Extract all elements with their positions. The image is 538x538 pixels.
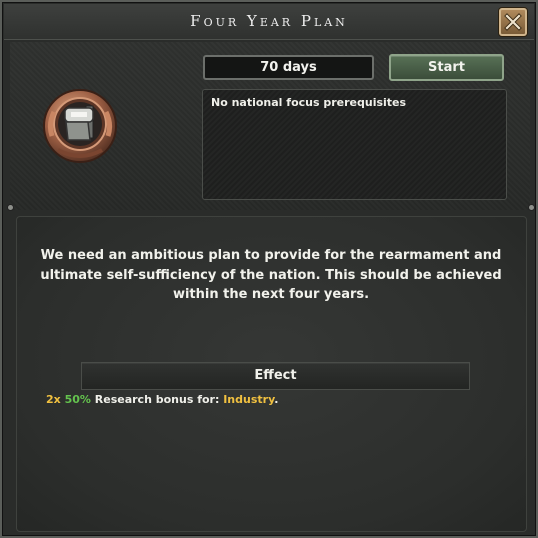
focus-window: Four Year Plan 70 days Start No national…	[0, 0, 538, 538]
window-title: Four Year Plan	[190, 12, 348, 30]
prerequisites-text: No national focus prerequisites	[211, 96, 407, 109]
focus-description: We need an ambitious plan to provide for…	[40, 248, 502, 302]
rivet	[529, 205, 534, 210]
start-button[interactable]: Start	[389, 54, 504, 81]
effect-suffix: .	[274, 393, 279, 406]
effect-line: 2x 50% Research bonus for: Industry.	[46, 393, 278, 406]
rivet	[8, 205, 13, 210]
effect-header: Effect	[81, 362, 470, 390]
close-button[interactable]	[499, 8, 527, 36]
focus-emblem-icon	[38, 84, 122, 168]
effect-multiplier: 2x	[46, 393, 61, 406]
effect-percent: 50%	[64, 393, 91, 406]
effect-text: Research bonus for:	[90, 393, 224, 406]
prerequisites-box: No national focus prerequisites	[202, 89, 507, 200]
effect-category[interactable]: Industry	[223, 393, 274, 406]
close-icon	[504, 13, 522, 31]
focus-duration: 70 days	[203, 55, 374, 80]
title-bar[interactable]: Four Year Plan	[4, 4, 534, 40]
